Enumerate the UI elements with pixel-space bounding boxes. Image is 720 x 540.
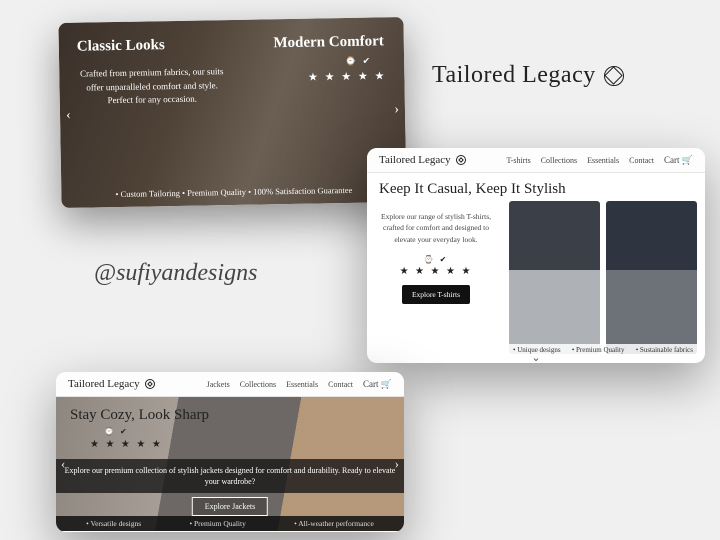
brand-lockup: Tailored Legacy <box>432 62 624 89</box>
feature-item: • All-weather performance <box>294 519 374 528</box>
brand-logo-icon <box>604 66 624 86</box>
topbar-brand[interactable]: Tailored Legacy <box>379 154 466 166</box>
nav-collections[interactable]: Collections <box>541 156 577 165</box>
section-title: Keep It Casual, Keep It Stylish <box>379 181 566 198</box>
window-topbar: Tailored Legacy T-shirts Collections Ess… <box>367 148 705 173</box>
brand-name: Tailored Legacy <box>432 62 596 89</box>
nav-cart[interactable]: Cart 🛒 <box>664 155 693 166</box>
nav-jackets[interactable]: Jackets <box>207 380 230 389</box>
section-body: Explore our range of stylish T-shirts, c… <box>377 211 495 245</box>
title-classic: Classic Looks <box>77 37 165 56</box>
window-topbar: Tailored Legacy Jackets Collections Esse… <box>56 372 404 397</box>
carousel-prev-icon[interactable]: ‹ <box>61 456 65 472</box>
product-image[interactable] <box>606 201 697 354</box>
trust-badges: ⌚ ✔ <box>377 255 495 264</box>
jackets-hero: Stay Cozy, Look Sharp ⌚ ✔ ★ ★ ★ ★ ★ Expl… <box>56 397 404 531</box>
nav-collections[interactable]: Collections <box>240 380 276 389</box>
nav-cart[interactable]: Cart 🛒 <box>363 379 392 390</box>
carousel-next-icon[interactable]: › <box>394 102 399 118</box>
product-image[interactable] <box>509 201 600 354</box>
topbar-nav: T-shirts Collections Essentials Contact … <box>507 155 693 166</box>
chevron-down-icon[interactable]: ⌄ <box>531 351 540 363</box>
star-rating: ★ ★ ★ ★ ★ <box>377 266 495 277</box>
title-modern: Modern Comfort <box>273 33 384 52</box>
star-rating: ★ ★ ★ ★ ★ <box>90 439 163 450</box>
nav-essentials[interactable]: Essentials <box>286 380 318 389</box>
nav-tshirts[interactable]: T-shirts <box>507 156 531 165</box>
jackets-window: Tailored Legacy Jackets Collections Esse… <box>56 372 404 532</box>
feature-item: • Premium Quality <box>572 346 625 354</box>
feature-item: • Versatile designs <box>86 519 141 528</box>
trust-badges: ⌚ ✔ <box>345 56 372 67</box>
explore-jackets-button[interactable]: Explore Jackets <box>192 497 268 516</box>
topbar-brand-name: Tailored Legacy <box>68 378 140 390</box>
section-title: Stay Cozy, Look Sharp <box>70 407 209 424</box>
nav-contact[interactable]: Contact <box>328 380 353 389</box>
section-body: Explore our premium collection of stylis… <box>56 459 404 493</box>
nav-essentials[interactable]: Essentials <box>587 156 619 165</box>
hero-body-text: Crafted from premium fabrics, our suits … <box>79 65 225 108</box>
carousel-prev-icon[interactable]: ‹ <box>66 107 71 123</box>
star-rating: ★ ★ ★ ★ ★ <box>308 69 387 83</box>
topbar-nav: Jackets Collections Essentials Contact C… <box>207 379 392 390</box>
explore-tshirts-button[interactable]: Explore T-shirts <box>402 285 470 304</box>
feature-bullets: • Custom Tailoring • Premium Quality • 1… <box>61 184 406 200</box>
feature-item: • Sustainable fabrics <box>636 346 693 354</box>
feature-bullets: • Versatile designs • Premium Quality • … <box>56 516 404 531</box>
feature-item: • Premium Quality <box>189 519 245 528</box>
nav-contact[interactable]: Contact <box>629 156 654 165</box>
designer-handle: @sufiyandesigns <box>94 260 257 287</box>
product-images <box>505 173 705 362</box>
brand-logo-icon <box>456 155 466 165</box>
tshirts-window: Tailored Legacy T-shirts Collections Ess… <box>367 148 705 363</box>
topbar-brand-name: Tailored Legacy <box>379 154 451 166</box>
trust-badges: ⌚ ✔ <box>104 427 129 436</box>
carousel-next-icon[interactable]: › <box>395 456 399 472</box>
brand-logo-icon <box>145 379 155 389</box>
topbar-brand[interactable]: Tailored Legacy <box>68 378 155 390</box>
hero-suits-card: Classic Looks Modern Comfort ⌚ ✔ ★ ★ ★ ★… <box>58 17 406 208</box>
